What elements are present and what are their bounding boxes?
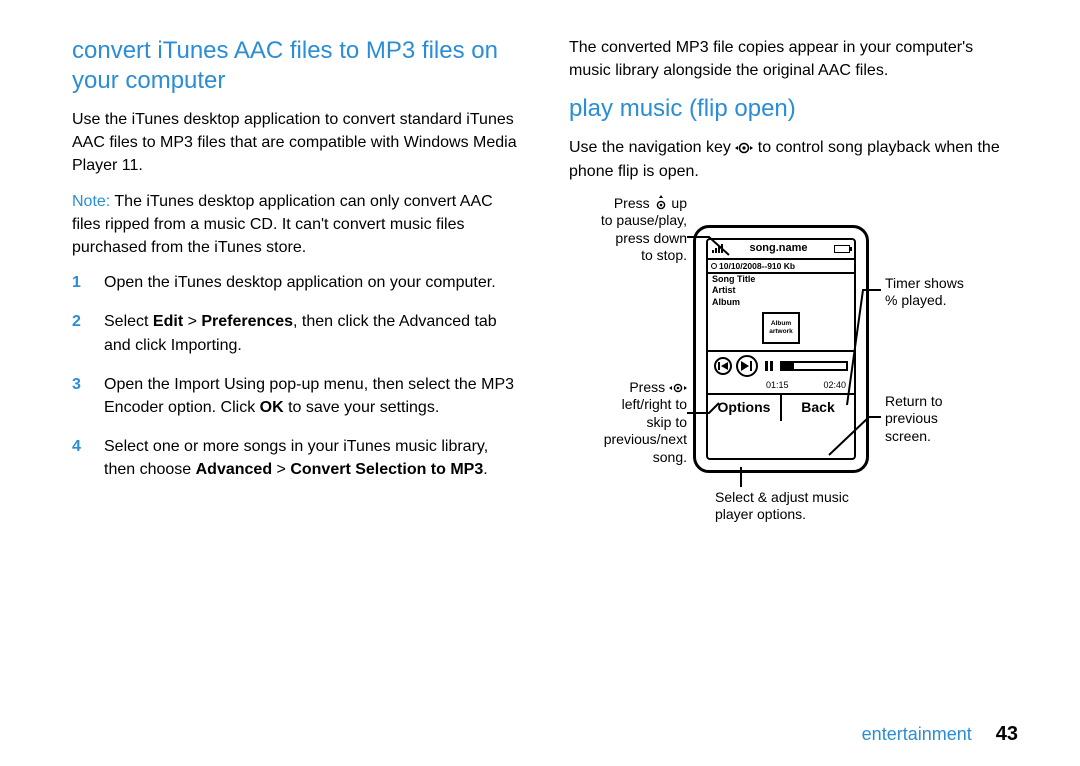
callout-text: up xyxy=(671,195,687,211)
screen-title: song.name xyxy=(749,242,807,256)
footer-page-number: 43 xyxy=(996,723,1018,746)
footer-section: entertainment xyxy=(862,724,972,745)
callout-text: screen. xyxy=(885,428,1005,446)
step-3: 3 Open the Import Using pop-up menu, the… xyxy=(72,373,521,419)
callout-text: press down xyxy=(569,230,687,248)
next-icon xyxy=(736,355,758,377)
step-number: 4 xyxy=(72,435,86,481)
para-navkey: Use the navigation key to control song p… xyxy=(569,136,1018,182)
callout-text: % played. xyxy=(885,292,1005,310)
softkeys: Options Back xyxy=(708,393,854,421)
right-column: The converted MP3 file copies appear in … xyxy=(569,36,1018,696)
note-body: The iTunes desktop application can only … xyxy=(72,193,493,256)
callout-text: left/right to xyxy=(569,396,687,414)
bullet-icon xyxy=(711,263,717,269)
album-artwork: Album artwork xyxy=(762,312,800,344)
phone-diagram: Press up to pause/play, press down to st… xyxy=(569,195,1009,535)
signal-icon xyxy=(712,244,723,253)
step-4: 4 Select one or more songs in your iTune… xyxy=(72,435,521,481)
step-number: 2 xyxy=(72,310,86,356)
softkey-options: Options xyxy=(708,395,782,421)
callout-leftright: Press left/right to skip to previous/nex… xyxy=(569,379,687,467)
callout-text: Press xyxy=(614,195,654,211)
softkey-back: Back xyxy=(782,395,854,421)
step-number: 1 xyxy=(72,271,86,294)
callout-text: player options. xyxy=(715,506,935,524)
status-bar: song.name xyxy=(708,240,854,258)
pause-icon xyxy=(762,357,776,375)
callout-timer: Timer shows % played. xyxy=(885,275,1005,310)
meta-artist: Artist xyxy=(708,285,854,296)
step-body: Open the iTunes desktop application on y… xyxy=(104,271,496,294)
footer: entertainment 43 xyxy=(862,723,1018,746)
time-elapsed: 01:15 xyxy=(766,380,789,391)
heading-play-music: play music (flip open) xyxy=(569,94,1018,124)
step-body: Open the Import Using pop-up menu, then … xyxy=(104,373,521,419)
playback-controls xyxy=(708,352,854,379)
step-body: Select one or more songs in your iTunes … xyxy=(104,435,521,481)
progress-fill xyxy=(782,363,794,369)
callout-text: previous xyxy=(885,410,1005,428)
date-text: 10/10/2008--910 Kb xyxy=(719,261,795,272)
callout-text: to stop. xyxy=(569,247,687,265)
heading-convert: convert iTunes AAC files to MP3 files on… xyxy=(72,36,521,96)
left-column: convert iTunes AAC files to MP3 files on… xyxy=(72,36,521,696)
meta-songtitle: Song Title xyxy=(708,274,854,285)
nav-key-icon xyxy=(735,141,753,155)
callout-options: Select & adjust music player options. xyxy=(715,489,935,524)
battery-icon xyxy=(834,245,850,253)
step-1: 1 Open the iTunes desktop application on… xyxy=(72,271,521,294)
nav-key-lr-icon xyxy=(669,381,687,395)
callout-text: Return to xyxy=(885,393,1005,411)
steps-list: 1 Open the iTunes desktop application on… xyxy=(72,271,521,481)
para-converted-copies: The converted MP3 file copies appear in … xyxy=(569,36,1018,82)
date-line: 10/10/2008--910 Kb xyxy=(708,260,854,273)
step-number: 3 xyxy=(72,373,86,419)
para-convert-note: Note: The iTunes desktop application can… xyxy=(72,190,521,260)
callout-text: Press xyxy=(629,379,669,395)
callout-text: song. xyxy=(569,449,687,467)
callout-up: Press up to pause/play, press down to st… xyxy=(569,195,687,265)
nav-key-up-icon xyxy=(654,195,668,211)
callout-text: skip to xyxy=(569,414,687,432)
navkey-pre: Use the navigation key xyxy=(569,139,735,156)
para-convert-intro: Use the iTunes desktop application to co… xyxy=(72,108,521,178)
callout-text: to pause/play, xyxy=(569,212,687,230)
callout-text: Select & adjust music xyxy=(715,489,935,507)
progress-bar xyxy=(780,361,848,371)
phone-screen: song.name 10/10/2008--910 Kb Song Title … xyxy=(706,238,856,460)
time-total: 02:40 xyxy=(823,380,846,391)
callout-text: previous/next xyxy=(569,431,687,449)
callout-back: Return to previous screen. xyxy=(885,393,1005,446)
step-body: Select Edit > Preferences, then click th… xyxy=(104,310,521,356)
note-label: Note: xyxy=(72,193,110,210)
phone-outline: song.name 10/10/2008--910 Kb Song Title … xyxy=(693,225,869,473)
step-2: 2 Select Edit > Preferences, then click … xyxy=(72,310,521,356)
prev-icon xyxy=(714,357,732,375)
meta-album: Album xyxy=(708,297,854,308)
callout-text: Timer shows xyxy=(885,275,1005,293)
